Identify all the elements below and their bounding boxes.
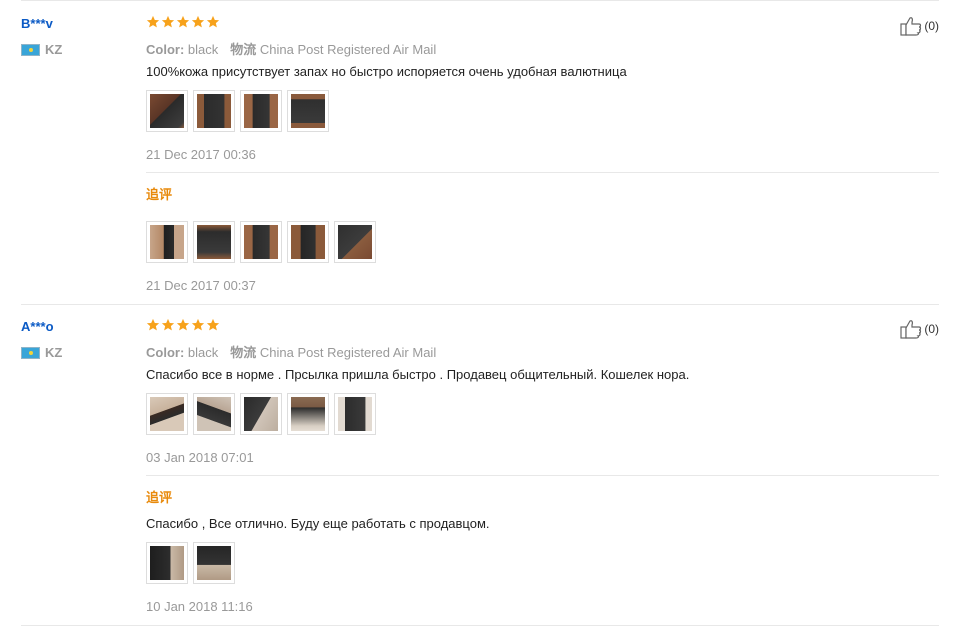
review-item: A***o KZ (0) Color: black 物流 China Post R… — [0, 303, 965, 626]
shipping-value: China Post Registered Air Mail — [259, 42, 437, 57]
star-icon — [176, 318, 190, 331]
color-label: Color: — [146, 42, 185, 57]
star-icon — [191, 15, 205, 28]
star-icon — [206, 318, 220, 331]
color-value: black — [187, 42, 219, 57]
thumbs-up-icon — [900, 17, 922, 36]
star-icon — [161, 15, 175, 28]
shipping-value: China Post Registered Air Mail — [259, 345, 437, 360]
reviewer-country: KZ — [21, 345, 62, 360]
review-photo-thumbnail[interactable] — [240, 393, 282, 435]
order-info: Color: black 物流 China Post Registered Air… — [146, 342, 436, 361]
kz-flag-icon — [21, 43, 40, 56]
rating-stars — [146, 15, 220, 29]
followup-divider — [146, 475, 939, 476]
review-date: 21 Dec 2017 00:36 — [146, 147, 256, 162]
shipping-label: 物流 — [230, 345, 257, 360]
review-date: 03 Jan 2018 07:01 — [146, 450, 254, 465]
followup-photos — [146, 542, 235, 584]
followup-label: 追评 — [146, 490, 173, 505]
reviewer-country: KZ — [21, 42, 62, 57]
review-photo-thumbnail[interactable] — [287, 393, 329, 435]
country-code: KZ — [45, 42, 63, 57]
reviewer-name[interactable]: A***o — [21, 319, 54, 334]
followup-photos — [146, 221, 376, 263]
review-photo-thumbnail[interactable] — [240, 221, 282, 263]
review-photo-thumbnail[interactable] — [193, 393, 235, 435]
kz-flag-icon — [21, 346, 40, 359]
review-photo-thumbnail[interactable] — [193, 90, 235, 132]
review-photo-thumbnail[interactable] — [287, 90, 329, 132]
bottom-divider — [21, 625, 939, 626]
review-text: Спасибо все в норме . Прсылка пришла быс… — [146, 367, 690, 382]
star-icon — [146, 15, 160, 28]
review-photo-thumbnail[interactable] — [146, 90, 188, 132]
rating-stars — [146, 318, 220, 332]
star-icon — [206, 15, 220, 28]
helpful-button[interactable]: (0) — [900, 16, 939, 36]
review-photo-thumbnail[interactable] — [334, 393, 376, 435]
helpful-button[interactable]: (0) — [900, 319, 939, 339]
order-info: Color: black 物流 China Post Registered Air… — [146, 39, 436, 58]
review-photos — [146, 90, 329, 132]
shipping-label: 物流 — [230, 42, 257, 57]
review-photo-thumbnail[interactable] — [193, 542, 235, 584]
followup-text: Спасибо , Все отлично. Буду еще работать… — [146, 516, 490, 531]
country-code: KZ — [45, 345, 63, 360]
color-label: Color: — [146, 345, 185, 360]
helpful-count: (0) — [924, 19, 939, 33]
review-photo-thumbnail[interactable] — [240, 90, 282, 132]
color-value: black — [187, 345, 219, 360]
followup-date: 10 Jan 2018 11:16 — [146, 599, 253, 614]
review-photo-thumbnail[interactable] — [193, 221, 235, 263]
star-icon — [191, 318, 205, 331]
review-item: B***v KZ (0) Color: black 物流 China Post R… — [0, 0, 965, 303]
star-icon — [176, 15, 190, 28]
reviewer-name[interactable]: B***v — [21, 16, 53, 31]
thumbs-up-icon — [900, 320, 922, 339]
review-photo-thumbnail[interactable] — [146, 393, 188, 435]
followup-divider — [146, 172, 939, 173]
review-photos — [146, 393, 376, 435]
followup-date: 21 Dec 2017 00:37 — [146, 278, 256, 293]
review-photo-thumbnail[interactable] — [146, 221, 188, 263]
helpful-count: (0) — [924, 322, 939, 336]
review-text: 100%кожа присутствует запах но быстро ис… — [146, 64, 627, 79]
followup-label: 追评 — [146, 187, 173, 202]
star-icon — [161, 318, 175, 331]
review-photo-thumbnail[interactable] — [334, 221, 376, 263]
review-photo-thumbnail[interactable] — [287, 221, 329, 263]
review-photo-thumbnail[interactable] — [146, 542, 188, 584]
star-icon — [146, 318, 160, 331]
